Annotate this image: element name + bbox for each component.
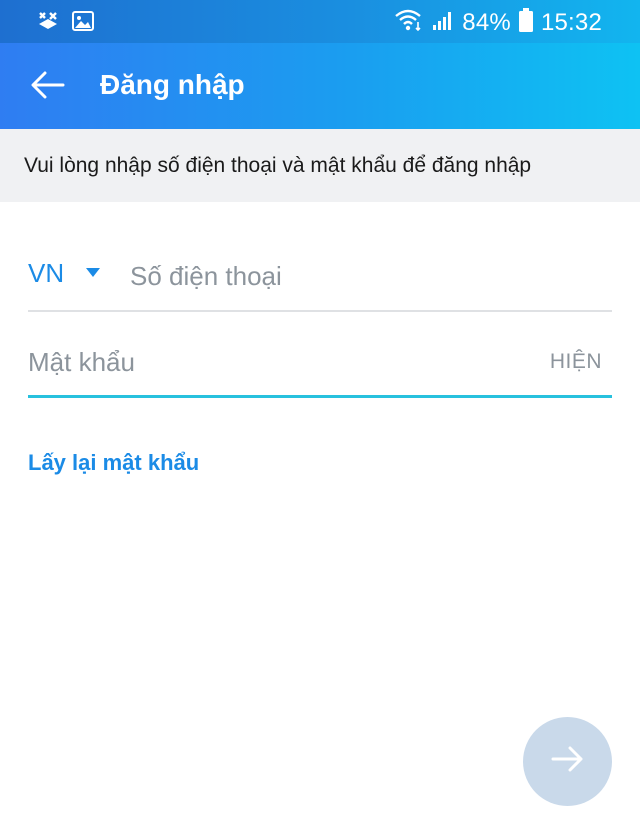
show-password-toggle[interactable]: HIỆN	[550, 350, 602, 374]
clock: 15:32	[540, 8, 602, 36]
password-field-row: HIỆN	[28, 326, 612, 398]
instruction-banner: Vui lòng nhập số điện thoại và mật khẩu …	[0, 129, 640, 202]
arrow-right-icon	[551, 744, 585, 779]
country-code-select[interactable]: VN	[28, 258, 101, 289]
phone-field-row: VN	[28, 240, 612, 312]
status-left	[36, 10, 94, 37]
no-signal-icon	[36, 10, 60, 37]
forgot-password-link[interactable]: Lấy lại mật khẩu	[28, 450, 199, 476]
app-bar: Đăng nhập	[0, 43, 640, 129]
image-notification-icon	[72, 11, 94, 36]
instruction-text: Vui lòng nhập số điện thoại và mật khẩu …	[24, 154, 532, 177]
next-button[interactable]	[523, 717, 612, 806]
back-button[interactable]	[24, 65, 72, 109]
battery-icon	[518, 8, 533, 37]
cellular-signal-icon	[432, 9, 454, 36]
status-right: 84% 15:32	[394, 8, 602, 37]
page-title: Đăng nhập	[100, 69, 245, 100]
phone-input[interactable]	[130, 254, 600, 298]
wifi-icon	[394, 8, 424, 37]
arrow-left-icon	[31, 71, 65, 104]
caret-down-icon	[86, 265, 101, 283]
country-code-label: VN	[28, 258, 65, 288]
battery-percent: 84%	[462, 8, 511, 36]
status-bar: 84% 15:32	[0, 0, 640, 43]
password-input[interactable]	[28, 340, 508, 384]
